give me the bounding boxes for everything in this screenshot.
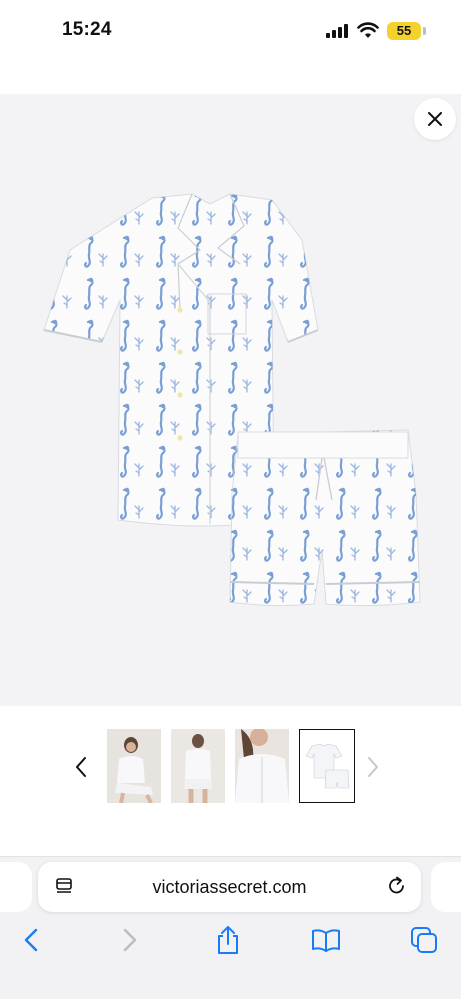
battery-cap [423,27,426,35]
product-flatlay-thumbnail[interactable] [299,729,355,803]
status-bar: 15:24 55 [0,0,461,62]
chevron-left-icon [76,757,86,777]
url-text[interactable]: victoriassecret.com [38,877,421,898]
bookmarks-button[interactable] [308,922,344,958]
model-sitting-thumbnail[interactable] [107,729,161,803]
status-time: 15:24 [62,19,112,40]
battery-level: 55 [396,23,412,38]
reload-icon[interactable] [386,875,408,897]
model-back-view-thumbnail[interactable] [171,729,225,803]
back-button[interactable] [13,922,49,958]
tabs-button[interactable] [406,922,442,958]
page-top-strip [0,62,461,94]
seahorse-pajama-set-image [43,193,421,607]
next-tab-pill[interactable] [431,862,461,912]
share-button[interactable] [210,922,246,958]
forward-button[interactable] [112,922,148,958]
address-bar[interactable]: victoriassecret.com [38,862,421,912]
share-icon [218,926,238,954]
model-closeup-thumbnail[interactable] [235,729,289,803]
previous-tab-pill[interactable] [0,862,32,912]
close-button[interactable] [414,98,456,140]
battery-indicator: 55 [387,22,421,40]
previous-image-button[interactable] [70,752,92,782]
next-image-button[interactable] [362,752,384,782]
back-icon [24,928,38,952]
cellular-signal-icon [326,24,350,38]
forward-icon [123,928,137,952]
wifi-icon [357,22,379,38]
tabs-icon [411,927,437,953]
chevron-right-icon [368,757,378,777]
bookmarks-icon [312,929,340,952]
close-icon [428,112,442,126]
